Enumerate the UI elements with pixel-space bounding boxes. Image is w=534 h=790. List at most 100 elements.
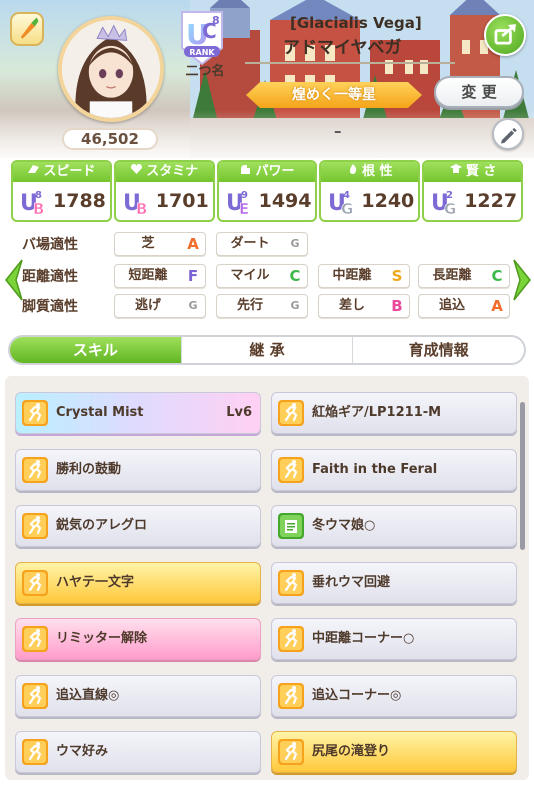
pencil-icon bbox=[501, 127, 517, 144]
green-book-icon bbox=[278, 513, 304, 539]
stat-value: 1240 bbox=[361, 190, 415, 212]
aptitude-name: 芝 bbox=[141, 236, 155, 251]
stat-grade-badge: UG4 bbox=[327, 186, 357, 218]
stat-grade-badge: UG2 bbox=[430, 186, 460, 218]
skill-item[interactable]: 中距離コーナー○ bbox=[271, 618, 517, 660]
stat-1: スタミナ U B 1701 bbox=[113, 160, 215, 222]
skill-name: 鋭気のアレグロ bbox=[56, 518, 148, 533]
aptitude-row: 距離適性 bbox=[22, 264, 108, 290]
stats-panel: スピード U B 8 1788 スタミナ U B 1701 パワー U E 9 1494 根 性 U G 4 124… bbox=[11, 160, 523, 222]
aptitude-cell: 追込 A bbox=[418, 294, 510, 318]
skill-name: ハヤテ一文字 bbox=[56, 574, 135, 590]
aptitude-grade: A bbox=[187, 235, 199, 253]
skill-name: 垂れウマ回避 bbox=[312, 574, 391, 590]
svg-text:9: 9 bbox=[241, 190, 248, 201]
stat-label-text: 根 性 bbox=[362, 164, 393, 179]
svg-text:G: G bbox=[341, 200, 353, 216]
power-icon bbox=[239, 162, 252, 182]
stat-2: パワー U E 9 1494 bbox=[216, 160, 318, 222]
aptitude-name: ダート bbox=[230, 236, 270, 251]
runner-icon bbox=[22, 400, 48, 426]
skill-name: 勝利の鼓動 bbox=[56, 461, 122, 477]
aptitude-cell: 中距離 S bbox=[318, 264, 410, 288]
aptitude-cell: 芝A bbox=[114, 232, 206, 256]
skill-item[interactable]: ハヤテ一文字 bbox=[15, 561, 261, 604]
epithet-sub-dash: – bbox=[334, 122, 342, 140]
aptitude-grade: G bbox=[290, 237, 300, 250]
share-button[interactable] bbox=[484, 14, 526, 56]
share-icon bbox=[494, 24, 516, 45]
skill-item[interactable]: 垂れウマ回避 bbox=[271, 561, 517, 604]
skill-name: 冬ウマ娘○ bbox=[312, 518, 376, 533]
svg-text:RANK: RANK bbox=[189, 48, 215, 57]
skill-name: Crystal Mist bbox=[56, 405, 144, 420]
skill-item[interactable]: 冬ウマ娘○ bbox=[271, 505, 517, 547]
aptitude-name: 逃げ bbox=[134, 298, 161, 313]
svg-text:8: 8 bbox=[212, 14, 220, 27]
svg-text:B: B bbox=[136, 200, 147, 216]
aptitude-grade: G bbox=[290, 299, 300, 312]
aptitude-name: 長距離 bbox=[432, 268, 472, 283]
epithet-banner: 煌めく一等星 bbox=[246, 82, 422, 108]
aptitude-name: マイル bbox=[230, 268, 270, 283]
aptitude-grade: S bbox=[391, 267, 403, 285]
skill-item[interactable]: ウマ好み bbox=[15, 731, 261, 773]
skills-scrollbar[interactable] bbox=[520, 402, 525, 550]
aptitude-cell: マイル C bbox=[216, 264, 308, 288]
aptitude-cell: ダート G bbox=[216, 232, 308, 256]
change-epithet-button[interactable]: 変 更 bbox=[434, 76, 524, 108]
skill-name: ウマ好み bbox=[56, 744, 109, 759]
aptitude-row-label: 距離適性 bbox=[22, 269, 78, 285]
skill-item[interactable]: Faith in the Feral bbox=[271, 448, 517, 491]
aptitude-row: バ場適性 bbox=[22, 232, 108, 258]
aptitude-cell: 差し B bbox=[318, 294, 410, 318]
stat-label: 賢 さ bbox=[424, 162, 521, 182]
stat-3: 根 性 U G 4 1240 bbox=[319, 160, 421, 222]
stat-label: スタミナ bbox=[115, 162, 213, 182]
runner-icon bbox=[278, 569, 304, 596]
aptitude-cell: 逃げ G bbox=[114, 294, 206, 318]
skill-item[interactable]: 追込直線◎ bbox=[15, 674, 261, 717]
skill-item[interactable]: Crystal Mist Lv6 bbox=[15, 392, 261, 434]
aptitude-row-label: 脚質適性 bbox=[22, 299, 78, 315]
skill-name: リミッター解除 bbox=[56, 631, 148, 646]
aptitude-name: 短距離 bbox=[128, 268, 168, 283]
runner-icon bbox=[22, 456, 48, 483]
skill-name: Faith in the Feral bbox=[312, 461, 438, 477]
edit-button[interactable] bbox=[492, 118, 524, 150]
skill-item[interactable]: 勝利の鼓動 bbox=[15, 448, 261, 491]
skill-name: 追込コーナー◎ bbox=[312, 687, 402, 703]
grad-cap-icon bbox=[449, 162, 463, 182]
skill-name: 追込直線◎ bbox=[56, 687, 120, 703]
runner-icon bbox=[22, 682, 48, 709]
skill-level: Lv6 bbox=[226, 405, 252, 420]
svg-text:4: 4 bbox=[343, 190, 350, 201]
skill-item[interactable]: 紅焔ギア/LP1211-M bbox=[271, 392, 517, 434]
aptitude-cell: 先行 G bbox=[216, 294, 308, 318]
stat-value: 1701 bbox=[155, 190, 209, 212]
runner-icon bbox=[278, 400, 304, 426]
skill-name: 紅焔ギア/LP1211-M bbox=[312, 405, 442, 420]
stat-value: 1227 bbox=[464, 190, 518, 212]
tab-inheritance[interactable]: 継 承 bbox=[180, 337, 353, 363]
tab-training-info[interactable]: 育成情報 bbox=[352, 337, 524, 363]
aptitude-grade: F bbox=[187, 267, 199, 285]
stat-value: 1494 bbox=[258, 190, 312, 212]
carrot-menu-button[interactable] bbox=[10, 12, 44, 46]
skill-item[interactable]: 追込コーナー◎ bbox=[271, 674, 517, 717]
runner-icon bbox=[278, 456, 304, 483]
aptitude-grade: A bbox=[491, 297, 503, 315]
aptitude-row-label: バ場適性 bbox=[22, 237, 78, 253]
stat-grade-badge: UB8 bbox=[19, 186, 49, 218]
aptitude-grade: C bbox=[289, 267, 301, 285]
skill-item[interactable]: リミッター解除 bbox=[15, 618, 261, 660]
aptitude-name: 差し bbox=[338, 298, 365, 313]
aptitude-name: 追込 bbox=[438, 298, 465, 313]
runner-icon bbox=[278, 682, 304, 709]
skill-item[interactable]: 尻尾の滝登り bbox=[271, 731, 517, 773]
avatar[interactable] bbox=[58, 16, 164, 122]
skill-item[interactable]: 鋭気のアレグロ bbox=[15, 505, 261, 547]
stat-4: 賢 さ U G 2 1227 bbox=[422, 160, 523, 222]
tab-skills[interactable]: スキル bbox=[10, 337, 181, 363]
next-page-arrow[interactable] bbox=[510, 258, 534, 302]
